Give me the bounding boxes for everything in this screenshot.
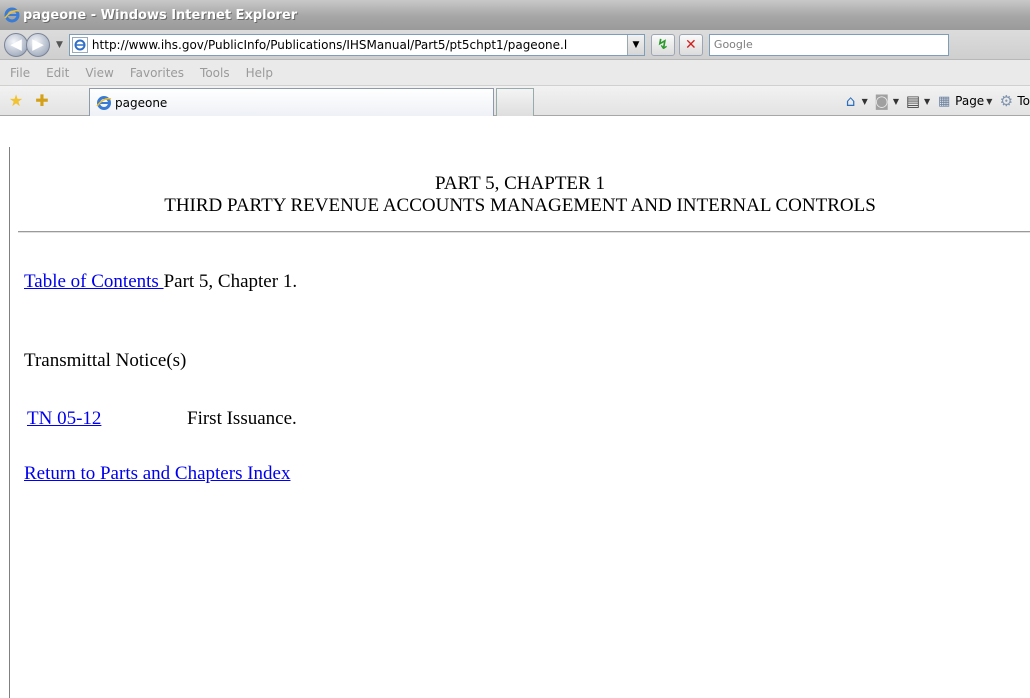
tab-ie-icon xyxy=(96,95,112,111)
tools-menu-button[interactable]: To xyxy=(1017,94,1030,108)
menu-view[interactable]: View xyxy=(77,66,121,80)
menu-favorites[interactable]: Favorites xyxy=(122,66,192,80)
heading-chapter-title: THIRD PARTY REVENUE ACCOUNTS MANAGEMENT … xyxy=(164,195,876,216)
tools-gear-icon[interactable]: ⚙ xyxy=(997,92,1015,110)
tab-bar: ★ ✚ pageone ⌂ ▼ ◙ ▼ ▤ ▼ ▦ Page ▼ ⚙ To xyxy=(0,86,1030,116)
stop-button[interactable]: ✕ xyxy=(678,33,703,56)
page-content: PART 5, CHAPTER 1 THIRD PARTY REVENUE AC… xyxy=(9,147,1030,698)
home-dropdown-icon[interactable]: ▼ xyxy=(862,97,868,106)
menu-tools[interactable]: Tools xyxy=(192,66,238,80)
browser-window: pageone - Windows Internet Explorer ◀ ▶ … xyxy=(0,0,1030,698)
transmittal-heading: Transmittal Notice(s) xyxy=(24,350,187,371)
menu-edit[interactable]: Edit xyxy=(38,66,77,80)
address-row: ◀ ▶ ▼ http://www.ihs.gov/PublicInfo/Publ… xyxy=(0,30,1030,60)
new-tab-button[interactable] xyxy=(496,88,534,116)
menu-help[interactable]: Help xyxy=(238,66,281,80)
horizontal-rule xyxy=(18,231,1030,233)
tab-pageone[interactable]: pageone xyxy=(89,88,494,116)
command-bar: ⌂ ▼ ◙ ▼ ▤ ▼ ▦ Page ▼ ⚙ To xyxy=(842,86,1030,116)
return-to-index-link[interactable]: Return to Parts and Chapters Index xyxy=(24,463,290,484)
toc-suffix-text: Part 5, Chapter 1. xyxy=(163,271,298,292)
address-bar[interactable]: http://www.ihs.gov/PublicInfo/Publicatio… xyxy=(68,33,645,56)
title-bar: pageone - Windows Internet Explorer xyxy=(0,0,1030,30)
home-icon[interactable]: ⌂ xyxy=(842,92,860,110)
menu-file[interactable]: File xyxy=(2,66,38,80)
page-menu-button[interactable]: Page xyxy=(955,94,984,108)
page-ie-icon xyxy=(71,36,88,53)
heading-part-chapter: PART 5, CHAPTER 1 xyxy=(435,173,605,194)
address-dropdown-icon[interactable]: ▼ xyxy=(626,34,644,55)
page-heading: PART 5, CHAPTER 1 THIRD PARTY REVENUE AC… xyxy=(10,147,1030,217)
feeds-dropdown-icon[interactable]: ▼ xyxy=(893,97,899,106)
ie-logo-icon xyxy=(4,7,20,23)
tn-link-cell: TN 05-12 xyxy=(27,408,101,430)
window-title: pageone - Windows Internet Explorer xyxy=(23,7,298,23)
menu-bar: File Edit View Favorites Tools Help xyxy=(0,60,1030,86)
back-button[interactable]: ◀ xyxy=(4,32,28,57)
return-link-container: Return to Parts and Chapters Index xyxy=(24,463,290,485)
recent-pages-dropdown-icon[interactable]: ▼ xyxy=(56,40,63,50)
search-input[interactable]: Google xyxy=(708,33,949,56)
add-favorites-icon[interactable]: ✚ xyxy=(32,91,52,111)
print-dropdown-icon[interactable]: ▼ xyxy=(924,97,930,106)
print-icon[interactable]: ▤ xyxy=(904,92,922,110)
tn-05-12-link[interactable]: TN 05-12 xyxy=(27,408,101,429)
refresh-button[interactable]: ↯ xyxy=(650,33,675,56)
tn-description: First Issuance. xyxy=(187,408,297,429)
tab-title: pageone xyxy=(115,95,168,110)
table-of-contents-link[interactable]: Table of Contents xyxy=(24,271,164,292)
page-icon[interactable]: ▦ xyxy=(935,92,953,110)
forward-button[interactable]: ▶ xyxy=(26,32,50,57)
feeds-icon[interactable]: ◙ xyxy=(873,92,891,110)
favorites-star-icon[interactable]: ★ xyxy=(6,91,26,111)
toc-line: Table of Contents Part 5, Chapter 1. xyxy=(24,271,297,293)
page-dropdown-icon[interactable]: ▼ xyxy=(986,97,992,106)
url-input[interactable]: http://www.ihs.gov/PublicInfo/Publicatio… xyxy=(92,38,627,52)
